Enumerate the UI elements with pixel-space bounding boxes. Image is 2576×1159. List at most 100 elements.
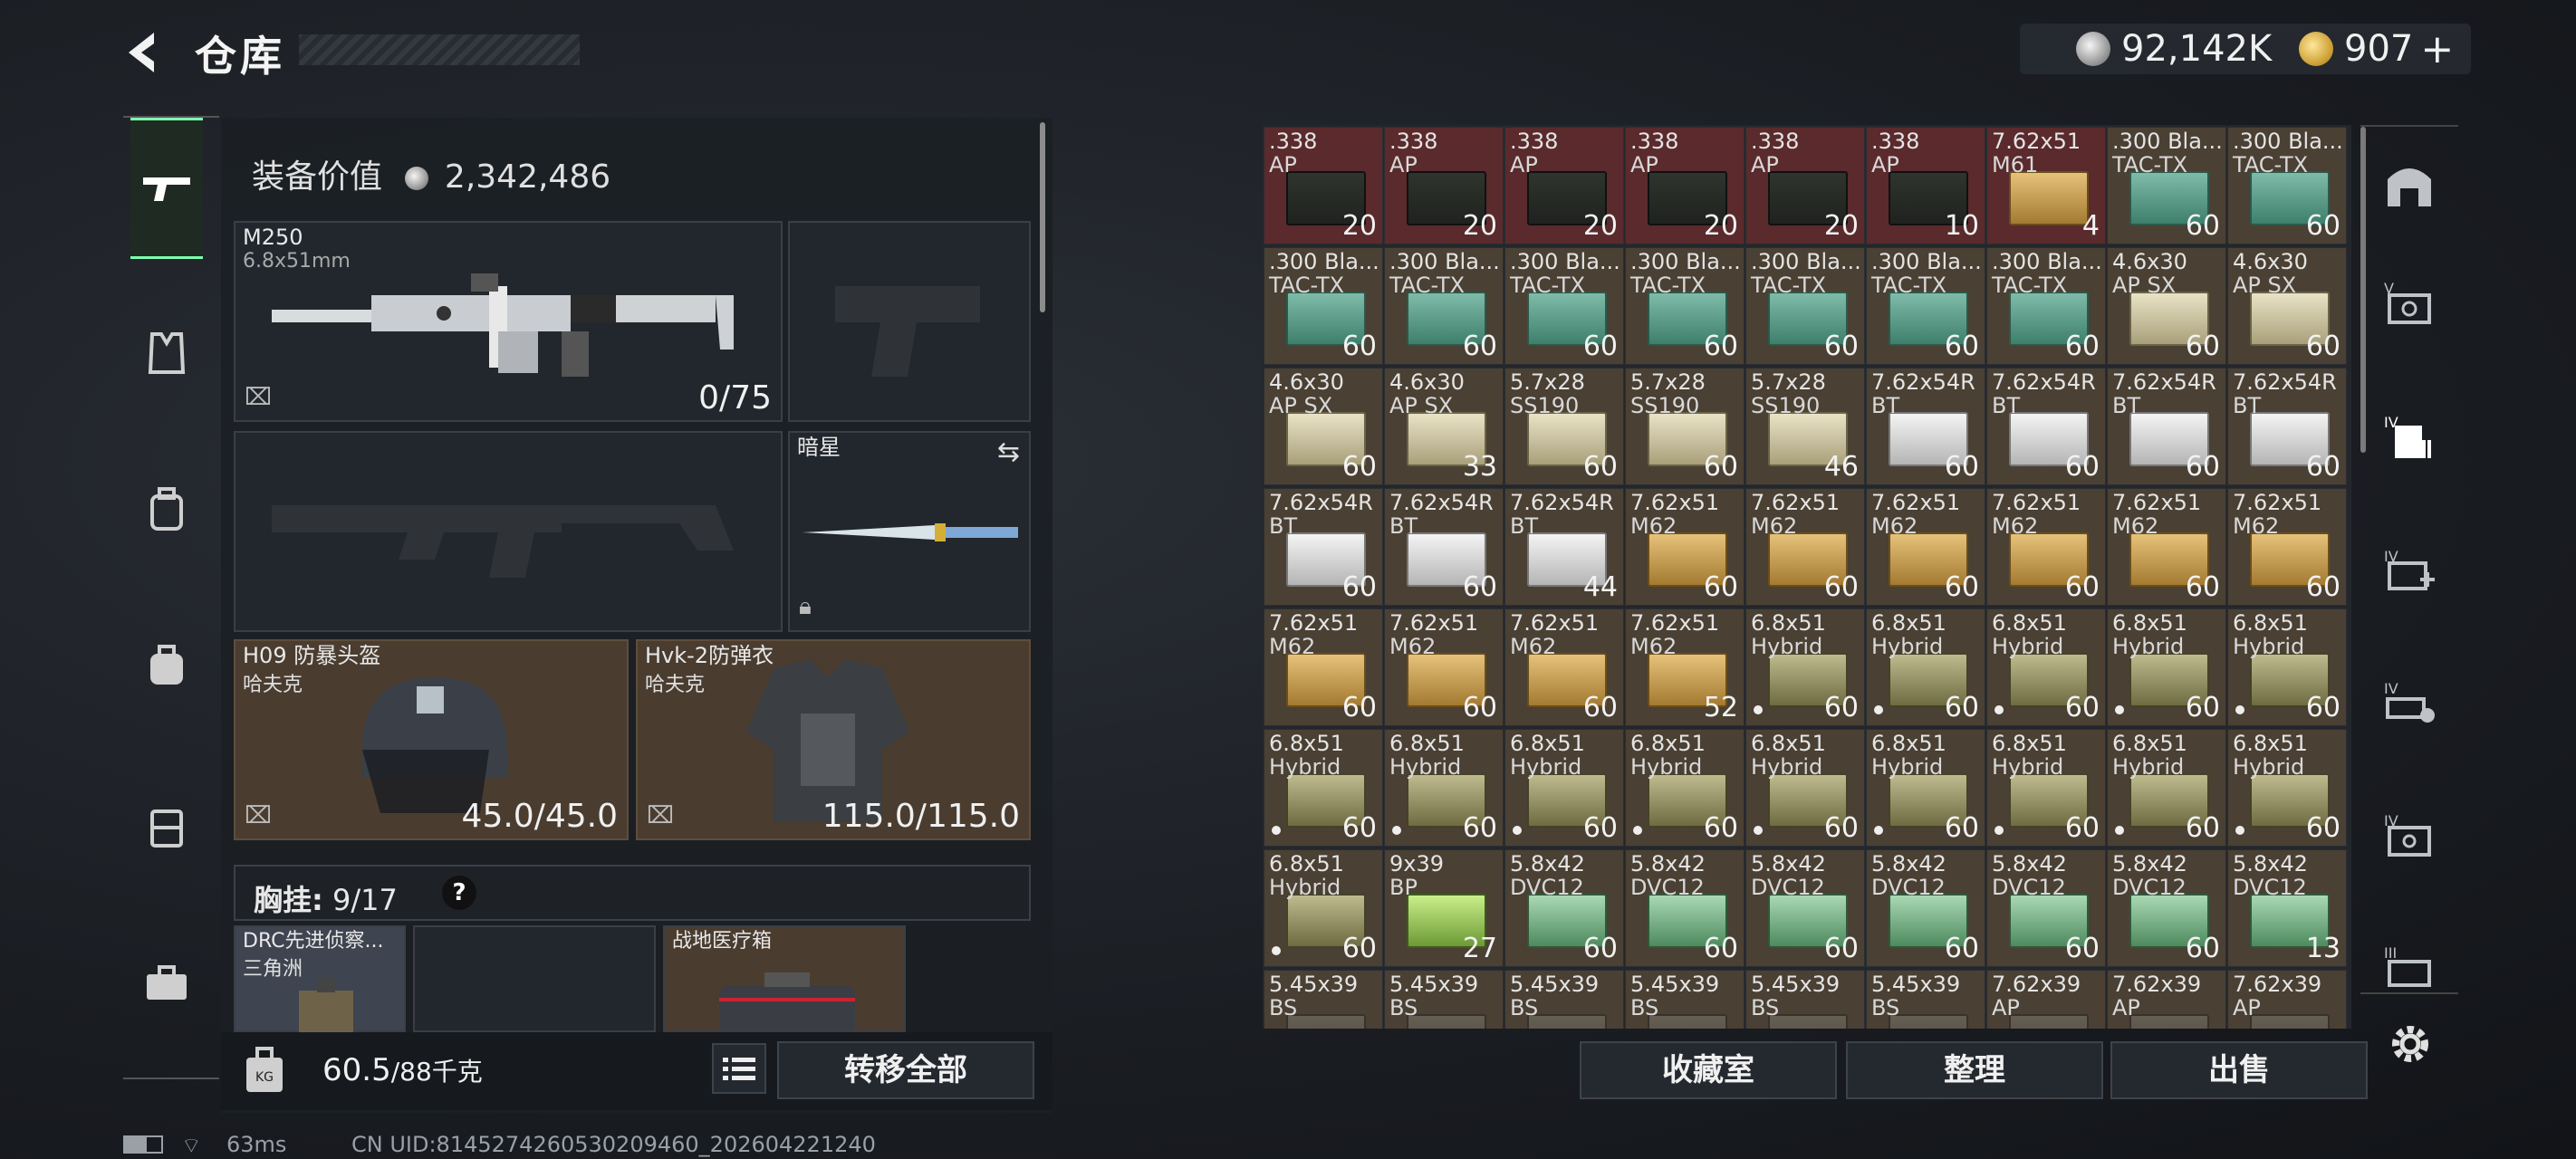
rig-item-medkit[interactable]: 战地医疗箱: [663, 925, 906, 1039]
stash-item[interactable]: 5.8x42 DVC12 60: [1504, 849, 1624, 967]
stash-item[interactable]: .300 Bla... TAC-TX 60: [1384, 247, 1504, 365]
stash-item[interactable]: .300 Bla... TAC-TX 60: [1986, 247, 2106, 365]
settings-button[interactable]: [2386, 1020, 2435, 1068]
stash-item[interactable]: 6.8x51 Hybrid 60: [2227, 608, 2347, 726]
stash-item[interactable]: 6.8x51 Hybrid 60: [1866, 729, 1985, 847]
loadout-scrollbar[interactable]: [1040, 122, 1045, 312]
stash-item[interactable]: 6.8x51 Hybrid 60: [2107, 608, 2226, 726]
nav-backpack-alt[interactable]: [132, 469, 201, 551]
rig-item-drc[interactable]: DRC先进侦察... 三角洲: [234, 925, 406, 1036]
stash-item[interactable]: .300 Bla... TAC-TX 60: [1504, 247, 1624, 365]
secondary-weapon-slot[interactable]: [234, 431, 783, 632]
stash-item[interactable]: 5.45x39 BS: [1866, 970, 1985, 1029]
stash-item[interactable]: 5.8x42 DVC12 60: [1745, 849, 1865, 967]
stash-item[interactable]: 7.62x39 AP: [2227, 970, 2347, 1029]
stash-item[interactable]: 6.8x51 Hybrid 60: [1986, 608, 2106, 726]
tab-stash-iv-key[interactable]: IV: [2373, 656, 2446, 755]
stash-item[interactable]: 4.6x30 AP SX 60: [1264, 368, 1383, 485]
stash-item[interactable]: .300 Bla... TAC-TX 60: [1625, 247, 1745, 365]
stash-item[interactable]: 5.45x39 BS: [1745, 970, 1865, 1029]
stash-item[interactable]: 9x39 BP 27: [1384, 849, 1504, 967]
tab-stash-iii[interactable]: III: [2373, 920, 2446, 1020]
stash-item[interactable]: 5.8x42 DVC12 60: [1986, 849, 2106, 967]
stash-item[interactable]: 7.62x54R BT 44: [1504, 488, 1624, 606]
stash-item[interactable]: 5.45x39 BS: [1384, 970, 1504, 1029]
tab-stash-iv[interactable]: IV: [2373, 389, 2446, 489]
sort-button[interactable]: 整理: [1846, 1041, 2103, 1099]
stash-item[interactable]: 5.8x42 DVC12 13: [2227, 849, 2347, 967]
swap-icon[interactable]: ⇆: [997, 436, 1020, 468]
stash-item[interactable]: 7.62x39 AP: [1986, 970, 2106, 1029]
rig-slot-empty[interactable]: [413, 925, 656, 1032]
list-view-button[interactable]: [712, 1043, 766, 1094]
stash-item[interactable]: 6.8x51 Hybrid 60: [1264, 729, 1383, 847]
stash-item[interactable]: 6.8x51 Hybrid 60: [1264, 849, 1383, 967]
stash-item[interactable]: 4.6x30 AP SX 60: [2227, 247, 2347, 365]
stash-item[interactable]: .338 AP 20: [1264, 127, 1383, 244]
stash-item[interactable]: .300 Bla... TAC-TX 60: [2107, 127, 2226, 244]
pistol-slot[interactable]: [788, 221, 1031, 422]
nav-case[interactable]: [132, 786, 201, 867]
stash-item[interactable]: 7.62x54R BT 60: [1986, 368, 2106, 485]
stash-item[interactable]: 7.62x51 M61 4: [1986, 127, 2106, 244]
melee-slot[interactable]: 暗星 ⇆ 🔒︎: [788, 431, 1031, 632]
tab-stash-iv-case[interactable]: IV: [2373, 788, 2446, 887]
nav-backpack[interactable]: [132, 625, 201, 706]
nav-vest[interactable]: [132, 312, 201, 394]
primary-weapon-slot[interactable]: M250 6.8x51mm ⌧ 0/75: [234, 221, 783, 422]
stash-item[interactable]: 5.8x42 DVC12 60: [1625, 849, 1745, 967]
stash-item[interactable]: 6.8x51 Hybrid 60: [1504, 729, 1624, 847]
transfer-all-button[interactable]: 转移全部: [777, 1041, 1034, 1099]
nav-weapons[interactable]: [130, 118, 203, 259]
stash-item[interactable]: 7.62x51 M62 60: [2227, 488, 2347, 606]
stash-item[interactable]: 6.8x51 Hybrid 60: [1625, 729, 1745, 847]
stash-item[interactable]: 7.62x51 M62 60: [1745, 488, 1865, 606]
stash-item[interactable]: 6.8x51 Hybrid 60: [1866, 608, 1985, 726]
stash-item[interactable]: .300 Bla... TAC-TX 60: [1264, 247, 1383, 365]
stash-item[interactable]: 7.62x51 M62 60: [1625, 488, 1745, 606]
stash-item[interactable]: 5.7x28 SS190 46: [1745, 368, 1865, 485]
stash-item[interactable]: 6.8x51 Hybrid 60: [1986, 729, 2106, 847]
stash-item[interactable]: 6.8x51 Hybrid 60: [1745, 608, 1865, 726]
stash-item[interactable]: 7.62x51 M62 60: [1384, 608, 1504, 726]
stash-item[interactable]: 7.62x54R BT 60: [1264, 488, 1383, 606]
stash-item[interactable]: 5.45x39 BS: [1504, 970, 1624, 1029]
stash-item[interactable]: 6.8x51 Hybrid 60: [2227, 729, 2347, 847]
stash-item[interactable]: .338 AP 20: [1384, 127, 1504, 244]
stash-item[interactable]: 7.62x54R BT 60: [2227, 368, 2347, 485]
stash-item[interactable]: 4.6x30 AP SX 60: [2107, 247, 2226, 365]
stash-item[interactable]: 7.62x51 M62 60: [2107, 488, 2226, 606]
stash-item[interactable]: 5.7x28 SS190 60: [1504, 368, 1624, 485]
collection-room-button[interactable]: 收藏室: [1580, 1041, 1837, 1099]
stash-item[interactable]: .338 AP 10: [1866, 127, 1985, 244]
gold-currency[interactable]: 907 +: [2299, 25, 2454, 72]
add-gold-button[interactable]: +: [2420, 26, 2454, 72]
nav-toolbox[interactable]: [132, 942, 201, 1023]
stash-item[interactable]: 6.8x51 Hybrid 60: [1745, 729, 1865, 847]
stash-item[interactable]: .300 Bla... TAC-TX 60: [2227, 127, 2347, 244]
tab-stash-v[interactable]: V: [2373, 255, 2446, 355]
stash-item[interactable]: 7.62x51 M62 60: [1504, 608, 1624, 726]
stash-item[interactable]: .300 Bla... TAC-TX 60: [1866, 247, 1985, 365]
stash-item[interactable]: 6.8x51 Hybrid 60: [2107, 729, 2226, 847]
stash-item[interactable]: 4.6x30 AP SX 33: [1384, 368, 1504, 485]
stash-item[interactable]: .338 AP 20: [1625, 127, 1745, 244]
sell-button[interactable]: 出售: [2110, 1041, 2368, 1099]
stash-item[interactable]: 7.62x39 AP: [2107, 970, 2226, 1029]
helmet-slot[interactable]: H09 防暴头盔 哈夫克 ⌧ 45.0/45.0: [234, 639, 629, 840]
stash-item[interactable]: 5.45x39 BS: [1264, 970, 1383, 1029]
stash-item[interactable]: 5.8x42 DVC12 60: [1866, 849, 1985, 967]
stash-item[interactable]: 5.45x39 BS: [1625, 970, 1745, 1029]
stash-item[interactable]: 7.62x51 M62 60: [1866, 488, 1985, 606]
stash-item[interactable]: 7.62x54R BT 60: [1384, 488, 1504, 606]
help-button[interactable]: ?: [442, 876, 476, 910]
stash-item[interactable]: 5.7x28 SS190 60: [1625, 368, 1745, 485]
stash-item[interactable]: .338 AP 20: [1504, 127, 1624, 244]
back-button[interactable]: [120, 27, 165, 78]
stash-item[interactable]: .300 Bla... TAC-TX 60: [1745, 247, 1865, 365]
stash-item[interactable]: 7.62x51 M62 52: [1625, 608, 1745, 726]
tab-stash-iv-medical[interactable]: IV: [2373, 523, 2446, 623]
armor-slot[interactable]: Hvk-2防弹衣 哈夫克 ⌧ 115.0/115.0: [636, 639, 1031, 840]
stash-item[interactable]: 7.62x51 M62 60: [1264, 608, 1383, 726]
tab-armory[interactable]: [2373, 134, 2446, 234]
